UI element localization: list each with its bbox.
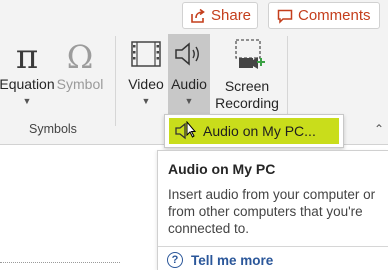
group-separator (287, 36, 288, 126)
tooltip-title: Audio on My PC (168, 161, 276, 177)
comments-label: Comments (298, 7, 371, 24)
tell-me-more-label: Tell me more (191, 252, 274, 268)
omega-icon: Ω (66, 38, 94, 76)
audio-label: Audio (171, 76, 207, 92)
chevron-down-icon: ▼ (141, 96, 151, 106)
screen-recording-button[interactable]: Screen Recording (214, 38, 280, 112)
menu-item-audio-on-my-pc[interactable]: Audio on My PC... (169, 118, 339, 144)
video-button[interactable]: Video ▼ (124, 38, 168, 106)
tell-me-more-link[interactable]: ? Tell me more (167, 252, 273, 268)
tooltip-description: Insert audio from your computer or from … (168, 187, 376, 236)
equation-label: Equation (0, 76, 55, 92)
screen-recording-label-line1: Screen (224, 78, 270, 94)
film-strip-icon (131, 41, 161, 67)
screen-recording-label-line2: Recording (215, 95, 279, 111)
menu-item-label: Audio on My PC... (203, 123, 316, 139)
share-icon (191, 8, 205, 23)
share-button[interactable]: Share (182, 2, 258, 29)
share-label: Share (211, 7, 252, 24)
chevron-down-icon: ▼ (184, 96, 194, 106)
video-label: Video (128, 76, 164, 92)
equation-button[interactable]: π Equation ▼ (0, 37, 55, 106)
audio-button[interactable]: Audio ▼ (168, 38, 210, 106)
speaker-icon (173, 121, 199, 141)
comments-button[interactable]: Comments (268, 2, 380, 29)
app-window: Share Comments π Equation ▼ Ω Symbol Sym… (0, 0, 388, 270)
tooltip: Audio on My PC Insert audio from your co… (157, 150, 388, 270)
audio-dropdown-menu: Audio on My PC... (164, 114, 344, 148)
pi-icon: π (15, 37, 39, 77)
question-circle-icon: ? (167, 252, 183, 268)
chevron-down-icon: ▼ (22, 96, 32, 106)
slide-edge (0, 262, 120, 263)
camera-record-icon (235, 39, 265, 69)
comment-icon (277, 9, 293, 24)
collapse-ribbon-icon[interactable]: ⌃ (374, 122, 384, 136)
group-separator (115, 36, 116, 126)
speaker-icon (175, 42, 199, 66)
symbol-button[interactable]: Ω Symbol (56, 38, 104, 93)
symbol-label: Symbol (56, 76, 104, 92)
symbols-group-label: Symbols (29, 122, 77, 136)
divider (158, 246, 388, 247)
